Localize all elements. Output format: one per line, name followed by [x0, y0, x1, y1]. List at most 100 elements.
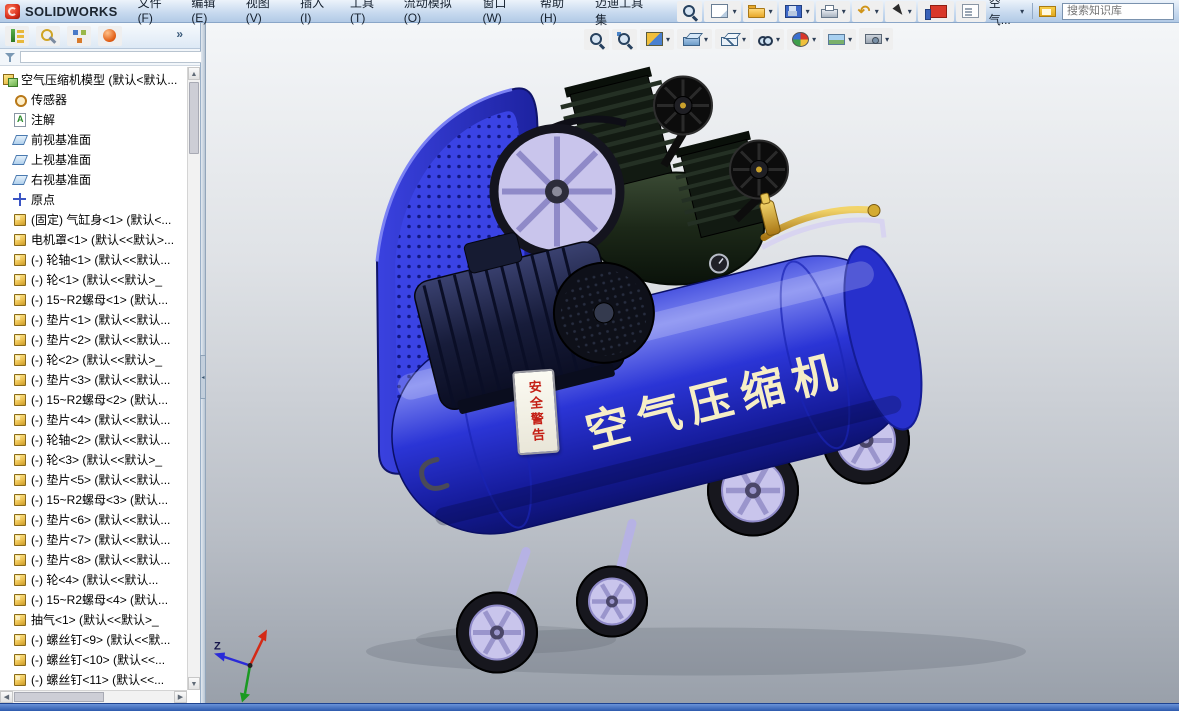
tree-item[interactable]: (-) 垫片<7> (默认<<默认...	[3, 529, 187, 549]
scroll-up-arrow[interactable]	[188, 67, 200, 80]
open-icon[interactable]	[743, 1, 777, 22]
solidworks-logo: SOLIDWORKS	[0, 4, 130, 19]
triad-z-label: Z	[214, 641, 221, 653]
menu-item[interactable]: 流动模拟(O)	[396, 0, 475, 31]
view-orientation-icon[interactable]	[677, 29, 712, 49]
note-icon[interactable]	[956, 1, 986, 22]
horizontal-scroll-thumb[interactable]	[14, 692, 104, 702]
tree-item[interactable]: (-) 轮<3> (默认<<默认>_	[3, 449, 187, 469]
part-icon	[13, 673, 27, 686]
print-icon[interactable]	[816, 1, 850, 22]
scroll-left-arrow[interactable]	[0, 691, 13, 703]
part-icon	[13, 633, 27, 646]
tree-item[interactable]: (-) 垫片<6> (默认<<默认...	[3, 509, 187, 529]
menu-item[interactable]: 帮助(H)	[532, 0, 587, 31]
tree-item[interactable]: (-) 轮<2> (默认<<默认>_	[3, 349, 187, 369]
undo-icon[interactable]	[852, 1, 883, 22]
part-icon	[13, 333, 27, 346]
tree-item[interactable]: 传感器	[3, 89, 187, 109]
tree-item[interactable]: 注解	[3, 109, 187, 129]
part-icon	[13, 373, 27, 386]
tree-item[interactable]: (-) 垫片<8> (默认<<默认...	[3, 549, 187, 569]
solidworks-logo-text: SOLIDWORKS	[25, 4, 118, 19]
knowledge-search-input[interactable]	[1062, 3, 1174, 20]
menu-item[interactable]: 窗口(W)	[474, 0, 532, 31]
menu-item[interactable]: 迈迪工具集	[587, 0, 661, 31]
toolbox-icon[interactable]	[918, 1, 954, 22]
tree-item[interactable]: (-) 15~R2螺母<4> (默认...	[3, 589, 187, 609]
panel-collapse-handle[interactable]	[200, 355, 206, 399]
tree-horizontal-scrollbar[interactable]	[0, 690, 187, 703]
property-manager-tab[interactable]	[36, 26, 60, 46]
part-icon	[13, 433, 27, 446]
tree-item[interactable]: (-) 螺丝钉<10> (默认<<...	[3, 649, 187, 669]
filter-funnel-icon	[4, 51, 16, 63]
filter-input[interactable]	[20, 51, 203, 63]
tree-item[interactable]: (-) 轮<4> (默认<<默认...	[3, 569, 187, 589]
tree-item[interactable]: (-) 15~R2螺母<2> (默认...	[3, 389, 187, 409]
new-document-icon[interactable]	[704, 1, 741, 22]
panel-splitter[interactable]	[201, 23, 206, 703]
handle-assembly[interactable]	[757, 192, 884, 247]
tree-item[interactable]: 原点	[3, 189, 187, 209]
knowledge-base-icon	[1039, 6, 1056, 17]
scroll-down-arrow[interactable]	[188, 677, 200, 690]
quick-search-icon[interactable]	[677, 1, 702, 22]
tree-item[interactable]: 前视基准面	[3, 129, 187, 149]
tree-item[interactable]: (-) 垫片<4> (默认<<默认...	[3, 409, 187, 429]
menu-list: 文件(F) 编辑(E) 视图(V) 插入(I) 工具(T) 流动模拟(O) 窗口…	[130, 0, 661, 31]
hide-show-items-icon[interactable]	[753, 29, 784, 50]
plane-icon	[13, 153, 27, 166]
search-scope-dropdown[interactable]: 空气...	[986, 0, 1027, 30]
graphics-viewport[interactable]: 空气压缩机	[206, 23, 1179, 703]
part-icon	[13, 493, 27, 506]
tree-item[interactable]: (-) 螺丝钉<9> (默认<<默...	[3, 629, 187, 649]
tree-item[interactable]: (-) 垫片<2> (默认<<默认...	[3, 329, 187, 349]
tree-item[interactable]: (-) 轮轴<2> (默认<<默认...	[3, 429, 187, 449]
menu-item[interactable]: 文件(F)	[130, 0, 184, 31]
menu-item[interactable]: 工具(T)	[342, 0, 396, 31]
part-icon	[13, 473, 27, 486]
tree-vertical-scrollbar[interactable]	[187, 67, 200, 690]
feature-manager-tab[interactable]	[5, 26, 29, 46]
tree-item[interactable]: (-) 垫片<5> (默认<<默认...	[3, 469, 187, 489]
part-icon	[13, 553, 27, 566]
model-canvas[interactable]: 空气压缩机	[206, 23, 1179, 703]
zoom-area-icon[interactable]	[612, 29, 637, 50]
edit-appearance-icon[interactable]	[787, 29, 820, 50]
save-icon[interactable]	[779, 1, 814, 22]
menu-item[interactable]: 视图(V)	[238, 0, 292, 31]
tree-item[interactable]: 右视基准面	[3, 169, 187, 189]
tree-item[interactable]: (-) 15~R2螺母<1> (默认...	[3, 289, 187, 309]
tree-item[interactable]: (-) 垫片<1> (默认<<默认...	[3, 309, 187, 329]
menu-item[interactable]: 编辑(E)	[183, 0, 237, 31]
vertical-scroll-thumb[interactable]	[189, 82, 199, 154]
tree-item[interactable]: 抽气<1> (默认<<默认>_	[3, 609, 187, 629]
wheel[interactable]	[576, 566, 648, 638]
orientation-triad: Z	[214, 630, 267, 703]
tree-item[interactable]: (-) 垫片<3> (默认<<默认...	[3, 369, 187, 389]
tree-item[interactable]: (-) 15~R2螺母<3> (默认...	[3, 489, 187, 509]
part-icon	[13, 533, 27, 546]
apply-scene-icon[interactable]	[823, 29, 856, 50]
wheel[interactable]	[456, 592, 538, 674]
tree-item[interactable]: (-) 螺丝钉<11> (默认<<...	[3, 669, 187, 689]
display-manager-tab[interactable]	[98, 26, 122, 46]
scroll-right-arrow[interactable]	[174, 691, 187, 703]
heads-up-view-toolbar	[584, 28, 893, 50]
section-view-icon[interactable]	[640, 29, 674, 50]
configuration-manager-tab[interactable]	[67, 26, 91, 46]
display-style-icon[interactable]	[715, 29, 750, 49]
menu-item[interactable]: 插入(I)	[292, 0, 342, 31]
tree-item[interactable]: (-) 轮<1> (默认<<默认>_	[3, 269, 187, 289]
select-cursor-icon[interactable]	[885, 1, 916, 22]
zoom-fit-icon[interactable]	[584, 29, 609, 50]
tree-item[interactable]: (固定) 气缸身<1> (默认<...	[3, 209, 187, 229]
view-settings-icon[interactable]	[859, 28, 893, 50]
part-icon	[13, 213, 27, 226]
tree-root-item[interactable]: 空气压缩机模型 (默认<默认...	[3, 69, 187, 89]
separator	[1032, 3, 1033, 19]
tree-item[interactable]: 电机罩<1> (默认<<默认>...	[3, 229, 187, 249]
tree-item[interactable]: (-) 轮轴<1> (默认<<默认...	[3, 249, 187, 269]
tree-item[interactable]: 上视基准面	[3, 149, 187, 169]
